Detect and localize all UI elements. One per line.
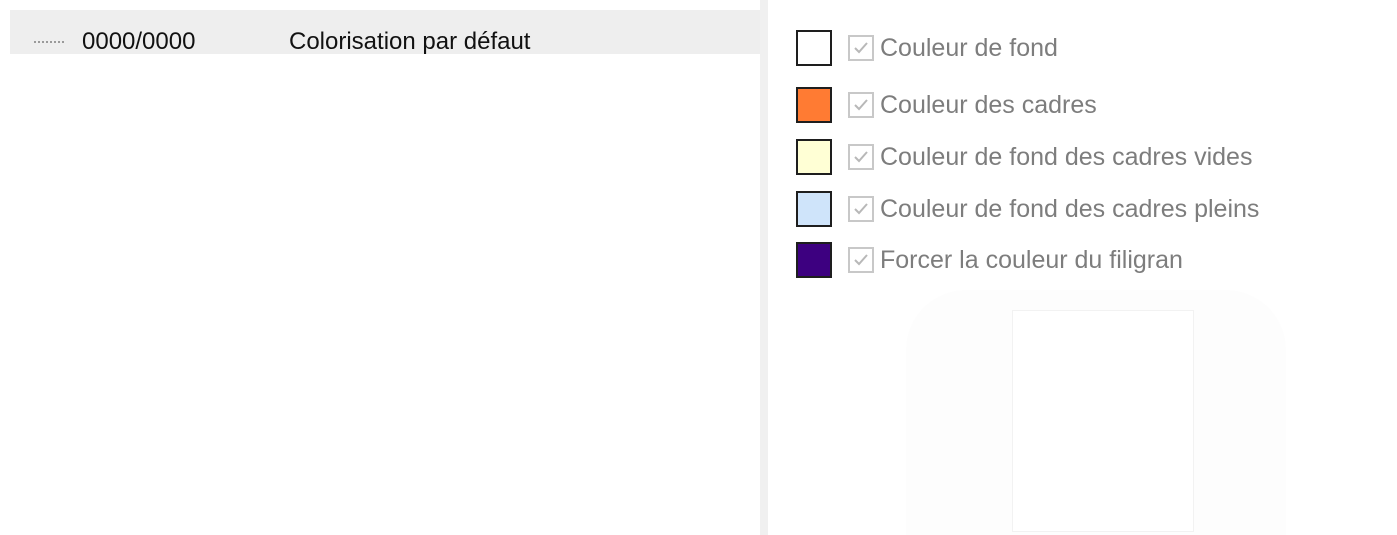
option-full-frame-background: Couleur de fond des cadres pleins [796,189,1259,229]
full-frame-background-swatch[interactable] [796,191,832,227]
color-options-panel: Couleur de fond Couleur des cadres Coule… [768,0,1397,535]
panel-splitter[interactable] [760,0,768,535]
empty-frame-background-label: Couleur de fond des cadres vides [880,142,1253,171]
force-watermark-color-checkbox[interactable] [848,247,874,273]
background-color-label: Couleur de fond [880,33,1058,62]
tree-connector [34,41,64,43]
frame-color-checkbox[interactable] [848,92,874,118]
frame-color-swatch[interactable] [796,87,832,123]
frame-color-label: Couleur des cadres [880,90,1097,119]
option-background-color: Couleur de fond [796,28,1058,68]
watermark-color-swatch[interactable] [796,242,832,278]
full-frame-background-checkbox[interactable] [848,196,874,222]
check-icon [854,203,868,215]
watermark-page-preview [1012,310,1194,532]
check-icon [854,99,868,111]
background-color-swatch[interactable] [796,30,832,66]
tree-row-default[interactable]: 0000/0000 Colorisation par défaut [10,10,760,55]
colorization-tree: 0000/0000 Colorisation par défaut [0,0,760,535]
background-color-checkbox[interactable] [848,35,874,61]
colorization-dialog: 0000/0000 Colorisation par défaut Couleu… [0,0,1397,535]
check-icon [854,254,868,266]
force-watermark-color-label: Forcer la couleur du filigran [880,245,1183,274]
option-force-watermark-color: Forcer la couleur du filigran [796,240,1183,280]
watermark-preview [906,290,1286,535]
tree-row-label: Colorisation par défaut [289,28,531,55]
check-icon [854,42,868,54]
option-frame-color: Couleur des cadres [796,85,1097,125]
tree-row-code: 0000/0000 [82,28,196,55]
option-empty-frame-background: Couleur de fond des cadres vides [796,137,1252,177]
check-icon [854,151,868,163]
full-frame-background-label: Couleur de fond des cadres pleins [880,194,1260,223]
empty-frame-background-checkbox[interactable] [848,144,874,170]
empty-frame-background-swatch[interactable] [796,139,832,175]
